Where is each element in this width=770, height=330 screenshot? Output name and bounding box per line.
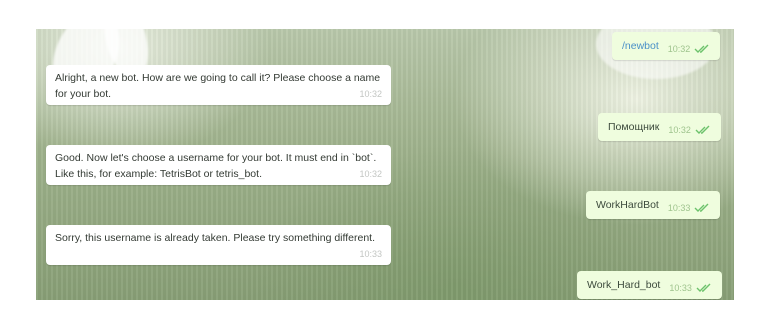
- message-text: WorkHardBot: [596, 199, 659, 211]
- message-meta: 10:32: [668, 122, 711, 138]
- message-time: 10:33: [669, 282, 692, 293]
- message-text: Sorry, this username is already taken. P…: [55, 232, 376, 244]
- message-outgoing[interactable]: Work_Hard_bot 10:33: [577, 271, 722, 299]
- message-text: Помощник: [608, 121, 660, 133]
- message-meta: 10:33: [668, 200, 711, 216]
- message-outgoing[interactable]: WorkHardBot 10:33: [586, 191, 721, 219]
- message-incoming[interactable]: Good. Now let's choose a username for yo…: [46, 145, 391, 185]
- message-time: 10:33: [667, 202, 691, 213]
- message-meta: 10:32: [668, 41, 711, 57]
- message-text: Alright, a new bot. How are we going to …: [55, 72, 381, 100]
- message-time: 10:33: [359, 249, 382, 259]
- message-time: 10:32: [667, 43, 691, 54]
- message-time: 10:32: [359, 169, 382, 179]
- double-check-icon: [694, 203, 709, 212]
- message-time: 10:32: [668, 124, 691, 135]
- message-meta: 10:33: [669, 280, 712, 296]
- chat-history[interactable]: /newbot 10:32 Alright, a new bot. How ar…: [36, 29, 734, 300]
- message-outgoing[interactable]: Помощник 10:32: [598, 113, 721, 141]
- double-check-icon: [695, 125, 710, 134]
- message-text: Work_Hard_bot: [587, 279, 661, 291]
- message-text: /newbot: [622, 40, 659, 52]
- message-text: Good. Now let's choose a username for yo…: [55, 152, 377, 180]
- double-check-icon: [696, 283, 711, 292]
- message-outgoing[interactable]: /newbot 10:32: [612, 32, 721, 60]
- message-time: 10:32: [359, 89, 382, 99]
- double-check-icon: [694, 44, 709, 53]
- message-incoming[interactable]: Alright, a new bot. How are we going to …: [46, 65, 391, 105]
- message-incoming[interactable]: Sorry, this username is already taken. P…: [46, 225, 391, 265]
